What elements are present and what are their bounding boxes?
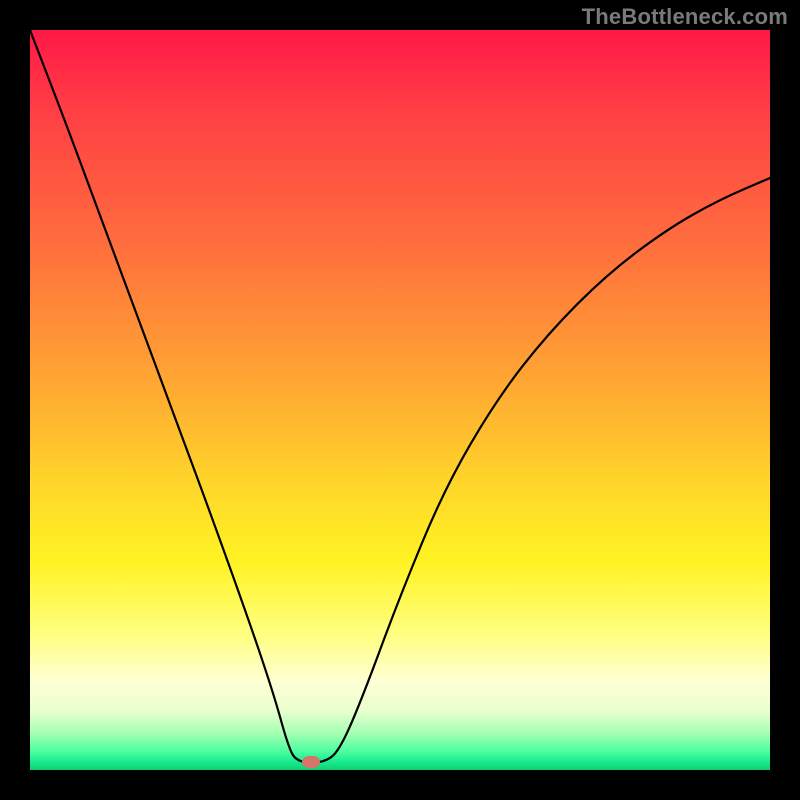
bottleneck-curve (30, 30, 770, 770)
minimum-marker-icon (302, 756, 320, 768)
chart-frame: TheBottleneck.com (0, 0, 800, 800)
watermark-text: TheBottleneck.com (582, 4, 788, 30)
plot-area (30, 30, 770, 770)
